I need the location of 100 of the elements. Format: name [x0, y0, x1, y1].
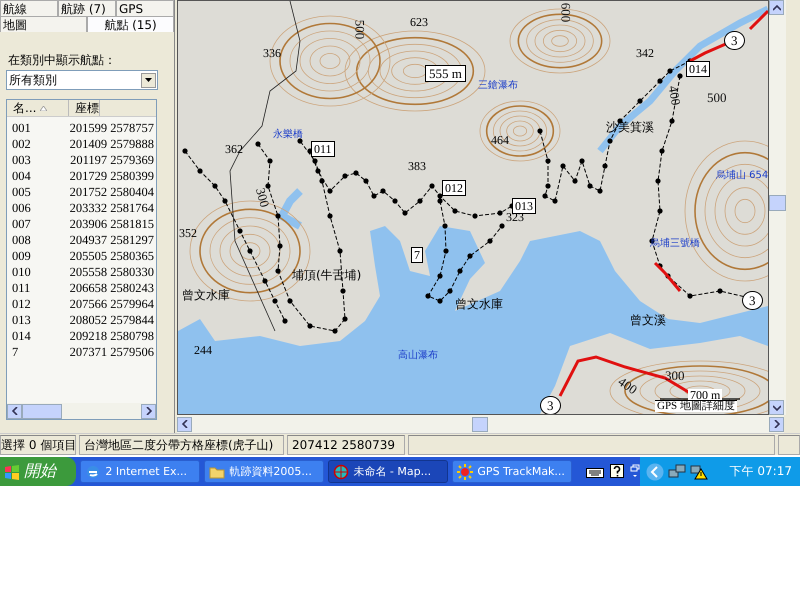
column-header[interactable]: 座標: [69, 100, 100, 116]
help-icon[interactable]: [610, 464, 624, 480]
scroll-right-icon[interactable]: [146, 407, 152, 415]
waypoint-name[interactable]: 010: [7, 264, 70, 280]
windows-flag-icon: [4, 464, 20, 480]
place-label: 曾文水庫: [182, 289, 230, 301]
scroll-left-icon[interactable]: [12, 407, 18, 415]
taskbar-button[interactable]: 2 Internet Ex...: [80, 460, 200, 483]
waypoint-coords: 201752 2580404: [70, 184, 155, 200]
waypoint-coords: 205505 2580365: [70, 248, 155, 264]
scroll-thumb[interactable]: [769, 195, 786, 211]
sort-arrow-icon: [40, 106, 48, 110]
waypoint-label: 013: [512, 198, 536, 214]
waypoint-name[interactable]: 002: [7, 136, 70, 152]
taskbar-button[interactable]: GPS TrackMak...: [452, 460, 572, 483]
waypoint-name[interactable]: 001: [7, 120, 70, 136]
waypoint-label: 011: [311, 141, 335, 157]
status-pane: 選擇 0 個項目: [0, 435, 76, 455]
place-label: 曾文水庫: [455, 298, 503, 310]
scroll-down-icon[interactable]: [772, 404, 780, 410]
waypoint-coords: 201197 2579369: [70, 152, 155, 168]
waypoint-label: 012: [442, 180, 466, 196]
column-header[interactable]: 名...: [7, 100, 69, 116]
scale-label: 700 m: [688, 389, 722, 401]
elevation-label: 362: [225, 143, 243, 155]
contour-label: 400: [616, 374, 640, 396]
waypoint-coords: 203906 2581815: [70, 216, 155, 232]
poi-label: 烏埔三號橋: [650, 239, 700, 249]
waypoint-name[interactable]: 006: [7, 200, 70, 216]
waypoint-name[interactable]: 009: [7, 248, 70, 264]
tab[interactable]: GPS: [116, 0, 174, 16]
scroll-thumb[interactable]: [22, 404, 62, 418]
waypoint-coords: 206658 2580243: [70, 280, 155, 296]
dropdown-arrow-icon: [145, 78, 152, 82]
category-dropdown[interactable]: 所有類別: [6, 70, 158, 90]
clock: 下午 07:17: [730, 463, 792, 480]
waypoint-coords: 203332 2581764: [70, 200, 155, 216]
waypoint-coords: 205558 2580330: [70, 264, 155, 280]
scroll-left-icon[interactable]: [182, 420, 188, 428]
contour-label: 300: [254, 186, 272, 209]
scroll-up-icon[interactable]: [772, 4, 780, 10]
network-warning-icon[interactable]: [690, 464, 708, 480]
tab[interactable]: 航跡 (7): [58, 0, 116, 16]
waypoint-label: 014: [686, 61, 710, 77]
waypoint-name[interactable]: 003: [7, 152, 70, 168]
waypoint-name[interactable]: 7: [7, 344, 70, 360]
globe-icon: [333, 464, 350, 480]
status-pane: 台灣地區二度分帶方格座標(虎子山): [79, 435, 284, 455]
waypoint-label: 7: [411, 247, 423, 263]
waypoint-name[interactable]: 004: [7, 168, 70, 184]
waypoint-name[interactable]: 013: [7, 312, 70, 328]
contour-label: 300: [665, 369, 684, 382]
waypoint-coords: 207371 2579506: [70, 344, 155, 360]
elevation-label: 352: [179, 227, 197, 239]
elevation-label: 383: [408, 160, 426, 172]
waypoint-coords: 207566 2579964: [70, 296, 155, 312]
waypoint-coords: 201729 2580399: [70, 168, 155, 184]
restore-icon[interactable]: [630, 464, 640, 480]
taskbar-button[interactable]: 軌跡資料2005...: [204, 460, 324, 483]
scroll-right-icon[interactable]: [774, 420, 780, 428]
poi-label: 烏埔山 654: [716, 171, 768, 181]
scroll-thumb[interactable]: [472, 416, 488, 432]
waypoint-name[interactable]: 005: [7, 184, 70, 200]
elevation-label: 336: [263, 47, 281, 59]
poi-label: 永樂橋: [273, 130, 303, 140]
status-pane: [778, 435, 800, 455]
waypoint-coords: 201599 2578757: [70, 120, 155, 136]
taskbar-button[interactable]: 未命名 - Map...: [328, 460, 448, 483]
status-pane: 207412 2580739: [287, 435, 405, 455]
waypoint-name[interactable]: 012: [7, 296, 70, 312]
waypoint-coords: 209218 2580798: [70, 328, 155, 344]
place-label: 曾文溪: [630, 314, 666, 326]
tab[interactable]: 航線: [0, 0, 58, 16]
contour-label: 400: [666, 84, 683, 106]
waypoint-coords: 201409 2579888: [70, 136, 155, 152]
elevation-label: 342: [636, 47, 654, 59]
place-label: 埔頂(牛舌埔): [292, 269, 362, 281]
waypoint-coords: 208052 2579844: [70, 312, 155, 328]
contour-label: 500: [707, 91, 726, 104]
tab[interactable]: 地圖: [0, 16, 87, 32]
sun-icon: [457, 464, 474, 480]
elevation-label: 244: [194, 344, 212, 356]
network-icon[interactable]: [668, 464, 686, 480]
contour-label: 600: [559, 2, 572, 22]
poi-label: 高山瀑布: [398, 351, 438, 361]
distance-label: 555 m: [425, 65, 466, 82]
keyboard-icon[interactable]: [586, 466, 604, 478]
contour-label: 500: [353, 20, 366, 40]
start-button[interactable]: 開始: [0, 457, 76, 486]
waypoint-name[interactable]: 011: [7, 280, 70, 296]
waypoint-coords: 204937 2581297: [70, 232, 155, 248]
filter-label: 在類別中顯示航點：: [8, 52, 117, 68]
waypoint-name[interactable]: 007: [7, 216, 70, 232]
place-label: 沙美箕溪: [606, 121, 654, 133]
elevation-label: 623: [410, 16, 428, 28]
chevron-left-icon[interactable]: [646, 462, 664, 480]
tab[interactable]: 航點 (15): [87, 16, 174, 32]
poi-label: 三鎗瀑布: [478, 81, 518, 91]
waypoint-name[interactable]: 008: [7, 232, 70, 248]
waypoint-name[interactable]: 014: [7, 328, 70, 344]
